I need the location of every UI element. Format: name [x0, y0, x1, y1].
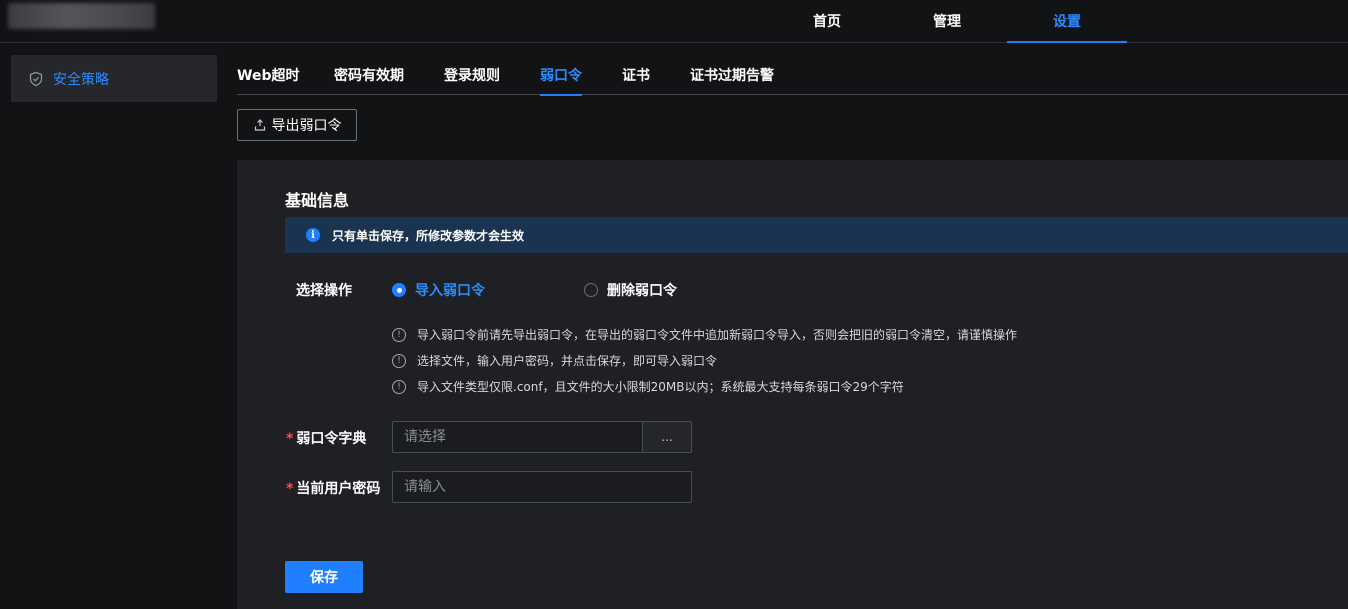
- current-password-input[interactable]: [392, 471, 692, 503]
- section-title: 基础信息: [285, 191, 350, 210]
- tip-item: ! 选择文件，输入用户密码，并点击保存，即可导入弱口令: [392, 352, 717, 369]
- exclamation-icon: !: [392, 327, 406, 342]
- tab-bar: Web超时 密码有效期 登录规则 弱口令 证书 证书过期告警: [237, 55, 1348, 96]
- tip-text: 选择文件，输入用户密码，并点击保存，即可导入弱口令: [417, 354, 718, 368]
- tip-text: 导入文件类型仅限.conf，且文件的大小限制20MB以内；系统最大支持每条弱口令…: [417, 380, 904, 394]
- tip-item: ! 导入弱口令前请先导出弱口令，在导出的弱口令文件中追加新弱口令导入，否则会把旧…: [392, 326, 1017, 343]
- tip-item: ! 导入文件类型仅限.conf，且文件的大小限制20MB以内；系统最大支持每条弱…: [392, 378, 904, 395]
- tab-certificate[interactable]: 证书: [622, 55, 650, 95]
- topnav-manage[interactable]: 管理: [887, 0, 1007, 42]
- info-icon: i: [306, 228, 320, 242]
- sidebar: 安全策略: [0, 43, 225, 609]
- tab-weak-password[interactable]: 弱口令: [540, 55, 582, 96]
- password-label: * 当前用户密码: [286, 478, 380, 498]
- radio-import-weak-password[interactable]: 导入弱口令: [392, 280, 485, 300]
- exclamation-icon: !: [392, 353, 406, 368]
- save-button[interactable]: 保存: [285, 561, 363, 593]
- tip-text: 导入弱口令前请先导出弱口令，在导出的弱口令文件中追加新弱口令导入，否则会把旧的弱…: [417, 328, 1018, 342]
- export-button-label: 导出弱口令: [271, 118, 342, 134]
- radio-delete-weak-password[interactable]: 删除弱口令: [584, 280, 677, 300]
- logo: [8, 3, 155, 29]
- sidebar-item-security-policy[interactable]: 安全策略: [11, 55, 217, 102]
- dictionary-label-text: 弱口令字典: [296, 431, 367, 447]
- shield-icon: [28, 71, 44, 87]
- topnav-home[interactable]: 首页: [767, 0, 887, 42]
- dictionary-file-input[interactable]: [392, 421, 643, 453]
- radio-checked-icon: [392, 283, 406, 297]
- tab-web-timeout[interactable]: Web超时: [237, 55, 299, 95]
- radio-unchecked-icon: [584, 283, 598, 297]
- topnav-settings[interactable]: 设置: [1007, 0, 1127, 43]
- export-weak-password-button[interactable]: 导出弱口令: [237, 109, 357, 141]
- tab-password-validity[interactable]: 密码有效期: [334, 55, 404, 95]
- tab-login-rules[interactable]: 登录规则: [444, 55, 500, 95]
- browse-file-button[interactable]: ...: [642, 421, 692, 453]
- notice-text: 只有单击保存，所修改参数才会生效: [332, 228, 525, 243]
- notice-banner: i 只有单击保存，所修改参数才会生效: [285, 217, 1348, 253]
- basic-info-panel: 基础信息 i 只有单击保存，所修改参数才会生效 选择操作 导入弱口令 删除弱口令…: [237, 160, 1348, 609]
- tab-cert-expiry-alert[interactable]: 证书过期告警: [690, 55, 774, 95]
- top-bar: 首页 管理 设置: [0, 0, 1348, 43]
- exclamation-icon: !: [392, 379, 406, 394]
- required-mark: *: [286, 431, 294, 447]
- password-label-text: 当前用户密码: [296, 481, 381, 497]
- operation-label: 选择操作: [296, 283, 352, 299]
- radio-label: 删除弱口令: [607, 283, 677, 299]
- export-icon: [253, 118, 267, 132]
- radio-label: 导入弱口令: [415, 283, 485, 299]
- required-mark: *: [286, 481, 294, 497]
- sidebar-item-label: 安全策略: [53, 71, 109, 88]
- dictionary-label: * 弱口令字典: [286, 428, 366, 448]
